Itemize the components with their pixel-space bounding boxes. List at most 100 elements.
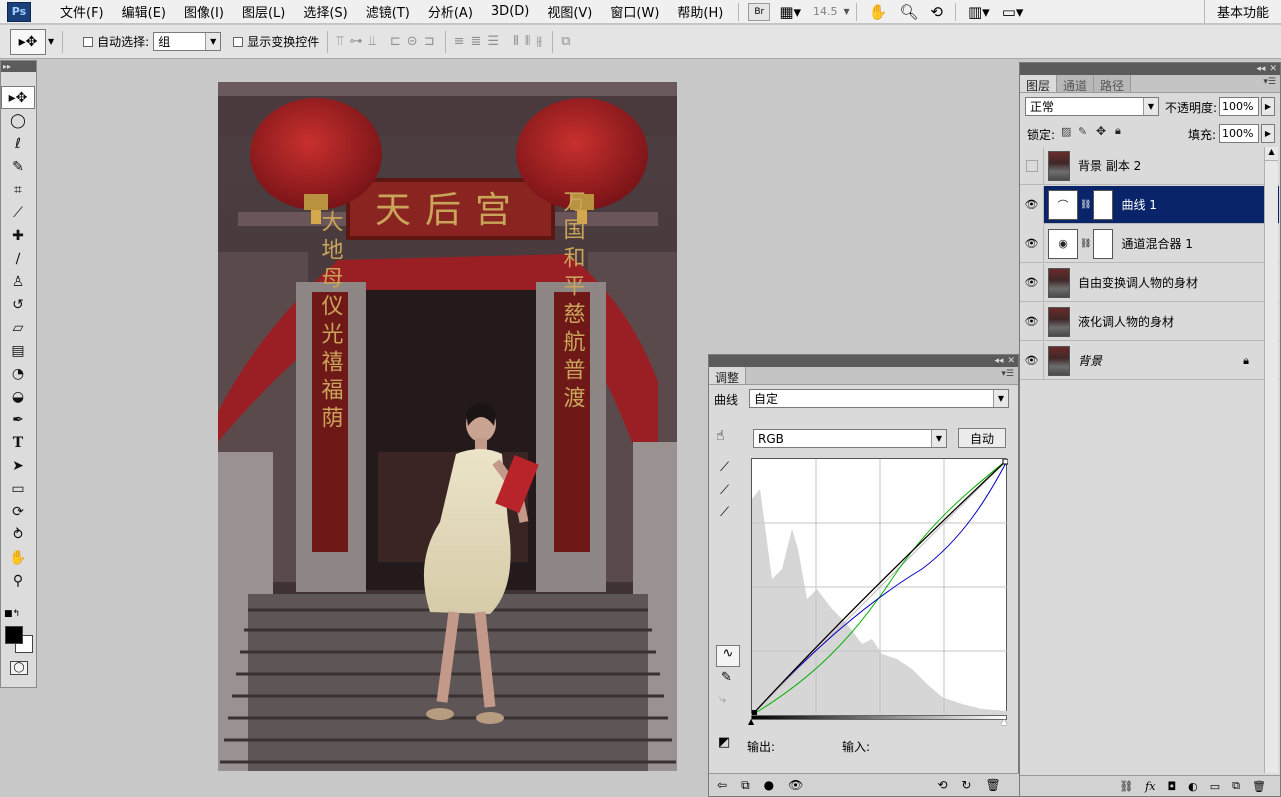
- document-canvas[interactable]: 天后宫 大地母仪光禧福荫 万国和平慈航普渡: [218, 82, 677, 771]
- layer-row[interactable]: 👁︎ ◉ ⛓ 通道混合器 1: [1020, 224, 1279, 263]
- align-top-icon[interactable]: ⫪: [336, 34, 345, 49]
- black-input-slider-icon[interactable]: ▲: [748, 717, 754, 726]
- hand-tool-icon[interactable]: ✋: [1, 546, 35, 569]
- layer-visibility-toggle[interactable]: 👁︎: [1020, 224, 1044, 263]
- align-vcenter-icon[interactable]: ⊶: [350, 34, 365, 49]
- quick-mask-icon[interactable]: ◯: [10, 661, 28, 675]
- menu-edit[interactable]: 编辑(E): [113, 2, 175, 21]
- view-previous-state-icon[interactable]: ⟲: [937, 778, 947, 792]
- toggle-visibility-icon[interactable]: 👁︎: [788, 778, 803, 792]
- rotate-view-icon[interactable]: ⟲: [930, 3, 943, 21]
- layer-mask-thumbnail[interactable]: [1093, 189, 1114, 220]
- layer-row[interactable]: 👁︎ 自由变换调人物的身材: [1020, 263, 1279, 302]
- new-layer-icon[interactable]: ⧉: [1232, 779, 1240, 793]
- menu-file[interactable]: 文件(F): [51, 2, 113, 21]
- menu-analysis[interactable]: 分析(A): [419, 2, 482, 21]
- distribute-left-icon[interactable]: ⦀: [513, 34, 521, 49]
- move-tool-icon[interactable]: ▸✥: [1, 86, 35, 109]
- shape-tool-icon[interactable]: ▭: [1, 477, 35, 500]
- layer-name[interactable]: 自由变换调人物的身材: [1078, 274, 1198, 291]
- tool-preset-arrow-icon[interactable]: ▼: [48, 37, 54, 46]
- menu-image[interactable]: 图像(I): [175, 2, 233, 21]
- panel-menu-icon[interactable]: ▾☰: [1001, 369, 1014, 379]
- delete-layer-icon[interactable]: 🗑︎: [1252, 780, 1266, 793]
- reset-icon[interactable]: ↻: [961, 778, 971, 792]
- workspace-switcher[interactable]: 基本功能: [1203, 0, 1281, 24]
- default-colors-icon[interactable]: ■↰: [4, 609, 20, 619]
- auto-align-layers-icon[interactable]: ⧉: [561, 34, 572, 49]
- dodge-tool-icon[interactable]: ◒: [1, 385, 35, 408]
- layer-visibility-toggle[interactable]: 👁︎: [1020, 341, 1044, 380]
- align-hcenter-icon[interactable]: ⊝: [407, 34, 420, 49]
- tab-paths[interactable]: 路径: [1094, 75, 1132, 93]
- layers-scrollbar[interactable]: ▲: [1264, 147, 1278, 773]
- eyedropper-tool-icon[interactable]: ⟋: [1, 201, 35, 224]
- clip-to-layer-icon[interactable]: ●: [764, 778, 774, 792]
- auto-select-target-dropdown[interactable]: 组 ▼: [153, 32, 222, 51]
- layer-visibility-toggle[interactable]: 👁︎: [1020, 302, 1044, 341]
- screen-mode-icon[interactable]: ▭▾: [1002, 3, 1024, 21]
- align-left-icon[interactable]: ⊏: [390, 34, 403, 49]
- curves-preset-dropdown[interactable]: 自定 ▼: [749, 389, 1009, 408]
- menu-layer[interactable]: 图层(L): [233, 2, 294, 21]
- bridge-button[interactable]: Br: [748, 2, 771, 21]
- view-extras-icon[interactable]: ▦▾: [779, 3, 801, 21]
- lock-pixels-icon[interactable]: ▨: [1061, 125, 1071, 138]
- curves-graph[interactable]: [751, 458, 1009, 716]
- layer-row[interactable]: 👁︎ 背景 🔒︎: [1020, 341, 1279, 380]
- tools-panel-header[interactable]: ▸▸: [1, 61, 36, 72]
- align-right-icon[interactable]: ⊐: [424, 34, 437, 49]
- smooth-curve-icon[interactable]: ⤷: [719, 692, 726, 707]
- photoshop-logo[interactable]: Ps: [7, 1, 31, 22]
- zoom-dropdown-icon[interactable]: ▼: [844, 7, 850, 16]
- tab-adjustments[interactable]: 调整: [709, 367, 747, 385]
- lasso-tool-icon[interactable]: ℓ: [1, 132, 35, 155]
- quick-selection-tool-icon[interactable]: ✎: [1, 155, 35, 178]
- panel-menu-icon[interactable]: ▾☰: [1263, 77, 1276, 87]
- show-clipping-icon[interactable]: ◩: [718, 735, 730, 750]
- auto-select-checkbox[interactable]: [83, 36, 94, 47]
- pen-tool-icon[interactable]: ✒: [1, 408, 35, 431]
- tab-channels[interactable]: 通道: [1057, 75, 1095, 93]
- hand-tool-icon[interactable]: ✋: [869, 3, 888, 21]
- layer-row[interactable]: 👁︎ ⌒ ⛓ 曲线 1: [1020, 185, 1279, 224]
- scroll-up-icon[interactable]: ▲: [1265, 147, 1278, 161]
- layer-visibility-toggle[interactable]: [1020, 146, 1044, 185]
- expanded-view-icon[interactable]: ⧉: [741, 778, 750, 793]
- lock-position-icon[interactable]: ✥: [1096, 124, 1106, 138]
- history-brush-tool-icon[interactable]: ↺: [1, 293, 35, 316]
- show-transform-checkbox[interactable]: [233, 36, 244, 47]
- return-to-list-icon[interactable]: ⇦: [717, 778, 727, 792]
- eraser-tool-icon[interactable]: ▱: [1, 316, 35, 339]
- fill-input[interactable]: 100%: [1219, 124, 1259, 143]
- tab-layers[interactable]: 图层: [1020, 75, 1058, 93]
- gray-point-eyedropper-icon[interactable]: ⟋: [720, 483, 729, 498]
- layer-name[interactable]: 背景: [1078, 352, 1102, 369]
- delete-adjustment-icon[interactable]: 🗑︎: [985, 778, 1000, 792]
- close-icon[interactable]: ✕: [1269, 64, 1277, 74]
- targeted-adjustment-icon[interactable]: ☝: [716, 428, 725, 444]
- distribute-top-icon[interactable]: ≡: [454, 34, 467, 49]
- new-adjustment-layer-icon[interactable]: ◐: [1188, 780, 1198, 793]
- mask-link-icon[interactable]: ⛓: [1080, 200, 1091, 210]
- path-selection-tool-icon[interactable]: ➤: [1, 454, 35, 477]
- lock-image-icon[interactable]: ✎: [1078, 125, 1087, 138]
- layer-visibility-toggle[interactable]: 👁︎: [1020, 185, 1044, 224]
- crop-tool-icon[interactable]: ⌗: [1, 178, 35, 201]
- gradient-tool-icon[interactable]: ▤: [1, 339, 35, 362]
- auto-button[interactable]: 自动: [958, 428, 1006, 448]
- zoom-tool-icon[interactable]: ⚲: [1, 569, 35, 592]
- layer-name[interactable]: 液化调人物的身材: [1078, 313, 1174, 330]
- menu-view[interactable]: 视图(V): [538, 2, 601, 21]
- add-mask-icon[interactable]: ◘: [1167, 780, 1176, 793]
- curve-point-mode-icon[interactable]: ∿: [716, 645, 740, 667]
- move-tool-preset[interactable]: ▸✥: [10, 28, 46, 55]
- layer-name[interactable]: 曲线 1: [1121, 196, 1156, 213]
- black-point-eyedropper-icon[interactable]: ⟋: [720, 460, 729, 475]
- foreground-color-swatch[interactable]: [5, 626, 23, 644]
- brush-tool-icon[interactable]: ∕: [1, 247, 35, 270]
- white-point-eyedropper-icon[interactable]: ⟋: [720, 505, 729, 520]
- layer-visibility-toggle[interactable]: 👁︎: [1020, 263, 1044, 302]
- layer-row[interactable]: 👁︎ 液化调人物的身材: [1020, 302, 1279, 341]
- distribute-right-icon[interactable]: ⫵: [536, 34, 544, 49]
